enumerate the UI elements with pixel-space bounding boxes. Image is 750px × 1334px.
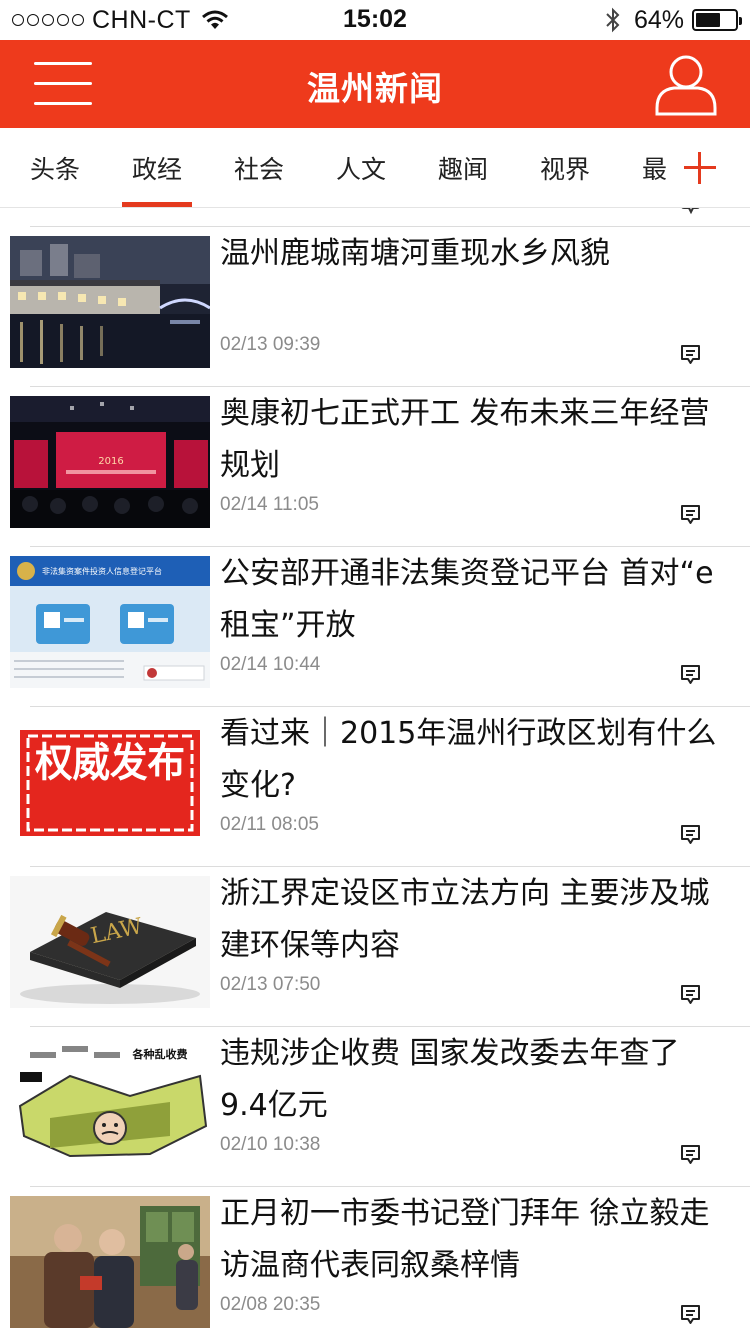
news-feed[interactable]: 温州鹿城南塘河重现水乡风貌 02/13 09:39 2016 奥康初七正式开工 … (0, 208, 750, 1334)
comment-icon[interactable] (680, 504, 701, 525)
status-right: 64% (604, 5, 742, 35)
divider (30, 1026, 750, 1027)
news-item[interactable]: 温州鹿城南塘河重现水乡风貌 02/13 09:39 (0, 226, 750, 386)
battery-percent: 64% (633, 5, 684, 34)
svg-text:2016: 2016 (98, 456, 123, 467)
news-thumbnail: 各种乱收费 (10, 1036, 210, 1168)
conference-stage-image: 2016 (10, 396, 210, 528)
news-time: 02/14 11:05 (220, 494, 319, 515)
news-title[interactable]: 违规涉企收费 国家发改委去年查了9.4亿元 (220, 1028, 720, 1132)
bluetooth-icon (606, 7, 620, 33)
tab-society[interactable]: 社会 (234, 150, 284, 186)
news-thumbnail: LAW (10, 876, 210, 1008)
svg-text:非法集资案件投资人信息登记平台: 非法集资案件投资人信息登记平台 (42, 566, 162, 576)
home-visit-image (10, 1196, 210, 1328)
news-title[interactable]: 正月初一市委书记登门拜年 徐立毅走访温商代表同叙桑梓情 (220, 1188, 720, 1292)
news-item[interactable]: 2016 奥康初七正式开工 发布未来三年经营规划 02/14 11:05 (0, 386, 750, 546)
news-item[interactable]: 权威发布 看过来｜2015年温州行政区划有什么变化? 02/11 08:05 (0, 706, 750, 866)
news-title[interactable]: 浙江界定设区市立法方向 主要涉及城建环保等内容 (220, 868, 720, 972)
battery-icon (692, 9, 742, 31)
news-time: 02/11 08:05 (220, 814, 319, 835)
tab-headlines[interactable]: 头条 (30, 150, 80, 186)
divider (30, 866, 750, 867)
add-tab-button[interactable] (684, 152, 716, 184)
comment-icon[interactable] (680, 824, 701, 845)
news-item[interactable]: LAW 浙江界定设区市立法方向 主要涉及城建环保等内容 02/13 07:50 (0, 866, 750, 1026)
previous-item-edge (0, 208, 750, 226)
comment-icon (681, 208, 700, 215)
news-item[interactable]: 正月初一市委书记登门拜年 徐立毅走访温商代表同叙桑梓情 02/08 20:35 (0, 1186, 750, 1334)
news-title[interactable]: 看过来｜2015年温州行政区划有什么变化? (220, 708, 720, 812)
tab-latest[interactable]: 最 (642, 150, 667, 186)
comment-icon[interactable] (680, 984, 701, 1005)
tab-culture[interactable]: 人文 (336, 150, 386, 186)
divider (30, 386, 750, 387)
tab-politics-economy[interactable]: 政经 (121, 150, 193, 207)
svg-text:权威发布: 权威发布 (34, 739, 185, 786)
news-time: 02/13 09:39 (220, 334, 321, 355)
law-book-gavel-image: LAW (10, 876, 210, 1008)
news-time: 02/13 07:50 (220, 974, 321, 995)
news-time: 02/08 20:35 (220, 1294, 321, 1315)
news-thumbnail: 非法集资案件投资人信息登记平台 (10, 556, 210, 688)
news-item[interactable]: 非法集资案件投资人信息登记平台 公安部开通非法集资登记平台 首对“e租宝”开放 … (0, 546, 750, 706)
news-title[interactable]: 公安部开通非法集资登记平台 首对“e租宝”开放 (220, 548, 720, 652)
comment-icon[interactable] (680, 1144, 701, 1165)
divider (30, 1186, 750, 1187)
app-title: 温州新闻 (307, 69, 443, 108)
news-thumbnail: 2016 (10, 396, 210, 528)
app-header: 温州新闻 (0, 40, 750, 128)
news-thumbnail: 权威发布 (10, 716, 210, 848)
news-time: 02/10 10:38 (220, 1134, 321, 1155)
divider (30, 226, 750, 227)
comment-icon[interactable] (680, 1304, 701, 1325)
user-profile-icon[interactable] (654, 52, 718, 118)
news-thumbnail (10, 236, 210, 368)
battery-level (696, 13, 721, 27)
category-tabs: 头条 政经 社会 人文 趣闻 视界 最 (0, 128, 750, 208)
tab-vision[interactable]: 视界 (540, 150, 590, 186)
comment-icon[interactable] (680, 664, 701, 685)
news-time: 02/14 10:44 (220, 654, 321, 675)
tab-fun-news[interactable]: 趣闻 (438, 150, 488, 186)
registration-platform-image: 非法集资案件投资人信息登记平台 (10, 556, 210, 688)
comment-icon[interactable] (680, 344, 701, 365)
divider (30, 706, 750, 707)
fees-cartoon-image: 各种乱收费 (10, 1036, 210, 1168)
night-river-image (10, 236, 210, 368)
news-title[interactable]: 奥康初七正式开工 发布未来三年经营规划 (220, 388, 720, 492)
authority-release-seal-image: 权威发布 (10, 716, 210, 848)
svg-text:各种乱收费: 各种乱收费 (132, 1047, 188, 1061)
news-title[interactable]: 温州鹿城南塘河重现水乡风貌 (220, 228, 720, 280)
news-item[interactable]: 各种乱收费 违规涉企收费 国家发改委去年查了9.4亿元 02/10 10:38 (0, 1026, 750, 1186)
status-bar: CHN-CT 15:02 64% (0, 0, 750, 40)
news-thumbnail (10, 1196, 210, 1328)
divider (30, 546, 750, 547)
